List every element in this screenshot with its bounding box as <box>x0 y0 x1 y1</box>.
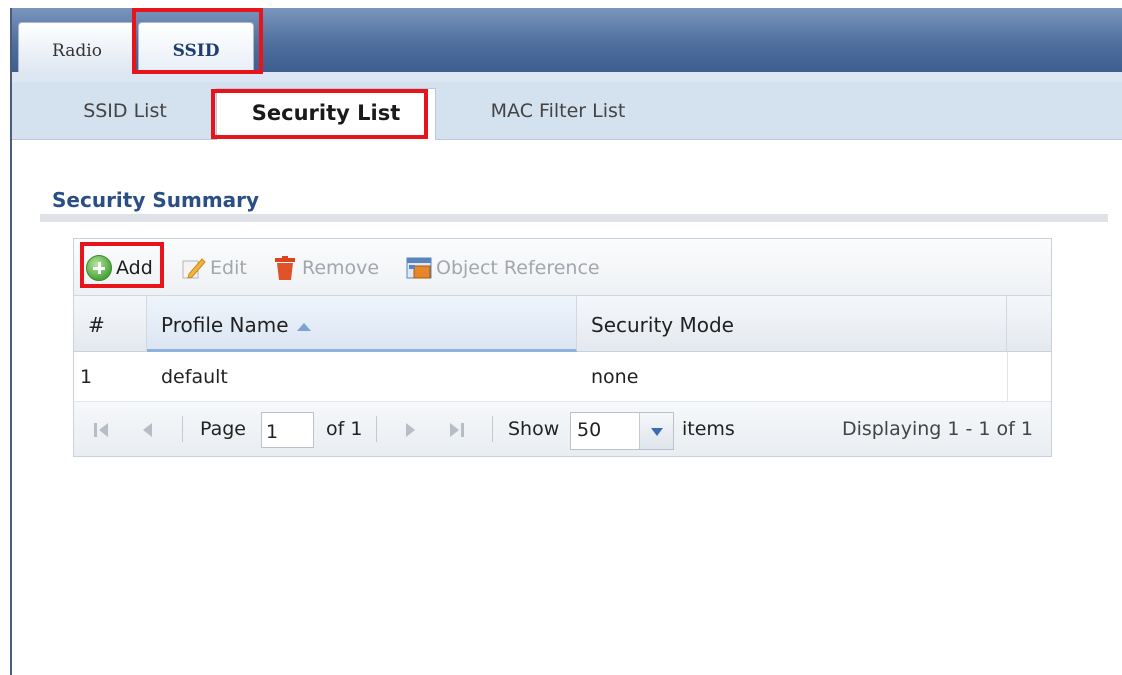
edit-label: Edit <box>210 257 247 279</box>
add-circle-icon <box>86 255 112 281</box>
column-header-profile-name[interactable]: Profile Name <box>147 296 577 352</box>
previous-page-icon[interactable] <box>138 420 158 440</box>
column-header-profile-name-label: Profile Name <box>161 313 289 337</box>
sort-ascending-icon <box>296 322 311 331</box>
column-header-filler <box>1007 296 1051 352</box>
page-count-label: of 1 <box>326 418 363 440</box>
page-number-input[interactable] <box>261 412 314 448</box>
next-page-icon[interactable] <box>400 420 420 440</box>
table-row[interactable]: 1 default none <box>74 352 1051 402</box>
chevron-down-icon[interactable] <box>639 413 673 449</box>
edit-button[interactable]: Edit <box>180 253 247 283</box>
cell-profile-name: default <box>161 366 228 388</box>
subtab-security-list[interactable]: Security List <box>216 88 436 140</box>
page-size-value: 50 <box>577 419 602 441</box>
object-reference-button[interactable]: Object Reference <box>406 253 600 283</box>
grid-toolbar: Add Edit Remove Object Reference <box>74 239 1051 296</box>
add-label: Add <box>116 257 153 279</box>
object-reference-label: Object Reference <box>436 257 600 279</box>
displaying-status: Displaying 1 - 1 of 1 <box>841 418 1033 440</box>
cell-filler <box>1007 352 1051 402</box>
subtab-ssid-list[interactable]: SSID List <box>60 96 190 140</box>
tab-ssid[interactable]: SSID <box>138 22 254 74</box>
pager-separator <box>182 416 183 442</box>
page-size-select[interactable]: 50 <box>570 412 674 450</box>
column-header-number[interactable]: # <box>74 296 147 352</box>
show-label: Show <box>508 418 560 440</box>
security-grid: Add Edit Remove Object Reference # Profi… <box>73 238 1052 457</box>
column-header-security-mode[interactable]: Security Mode <box>577 296 1007 352</box>
top-strip <box>0 0 1122 8</box>
window-left-edge <box>0 8 12 675</box>
last-page-icon[interactable] <box>446 420 466 440</box>
add-button[interactable]: Add <box>86 253 153 283</box>
page-label: Page <box>200 418 246 440</box>
main-tab-bar: Radio SSID <box>12 8 1122 74</box>
object-reference-icon <box>406 255 432 281</box>
pagination-bar: Page of 1 Show 50 items Displaying 1 - 1… <box>74 402 1051 456</box>
sub-tab-bar: SSID List Security List MAC Filter List <box>12 82 1122 140</box>
main-tab-underline <box>12 72 1122 82</box>
items-label: items <box>682 418 735 440</box>
cell-number: 1 <box>80 366 93 388</box>
subtab-mac-filter-list[interactable]: MAC Filter List <box>460 96 656 140</box>
section-title: Security Summary <box>52 188 260 212</box>
cell-security-mode: none <box>591 366 639 388</box>
remove-button[interactable]: Remove <box>272 253 379 283</box>
first-page-icon[interactable] <box>92 420 112 440</box>
tab-radio[interactable]: Radio <box>18 22 136 74</box>
edit-pencil-icon <box>180 255 206 281</box>
remove-label: Remove <box>302 257 380 279</box>
pager-separator <box>376 416 377 442</box>
table-header: # Profile Name Security Mode <box>74 296 1051 352</box>
trash-icon <box>272 255 298 281</box>
pager-separator <box>492 416 493 442</box>
section-divider <box>40 214 1108 222</box>
